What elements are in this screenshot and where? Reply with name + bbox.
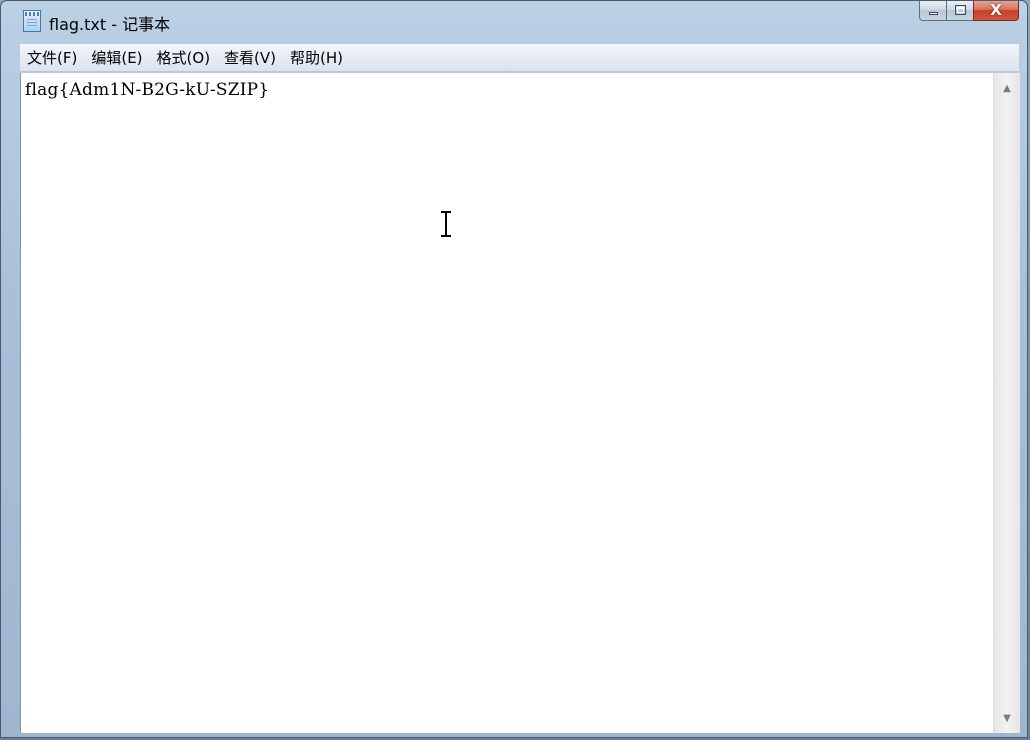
text-editor[interactable]: flag{Adm1N-B2G-kU-SZIP} [20,73,993,733]
window-title: flag.txt - 记事本 [49,15,171,34]
menu-format[interactable]: 格式(O) [150,45,218,71]
vertical-scrollbar[interactable]: ▲ ▼ [993,73,1020,733]
maximize-icon [955,5,966,15]
text-cursor-icon [441,211,451,237]
notepad-icon[interactable] [23,10,41,32]
title-bar[interactable]: flag.txt - 记事本 X [1,1,1027,43]
scroll-up-arrow-icon[interactable]: ▲ [994,79,1020,99]
close-icon: X [990,1,1002,19]
minimize-button[interactable] [919,1,947,21]
window-bottom-border [20,733,1020,737]
minimize-icon [929,12,938,15]
menu-edit[interactable]: 编辑(E) [84,45,149,71]
menu-view[interactable]: 查看(V) [217,45,283,71]
notepad-window: flag.txt - 记事本 X 文件(F) 编辑(E) 格式(O) 查看(V)… [0,0,1028,738]
maximize-button[interactable] [946,1,974,21]
close-button[interactable]: X [973,1,1019,21]
caption-buttons: X [919,1,1019,22]
menu-file[interactable]: 文件(F) [20,45,84,71]
menu-bar: 文件(F) 编辑(E) 格式(O) 查看(V) 帮助(H) [20,44,1019,72]
document-text[interactable]: flag{Adm1N-B2G-kU-SZIP} [25,80,269,100]
scroll-down-arrow-icon[interactable]: ▼ [994,709,1020,729]
menu-help[interactable]: 帮助(H) [283,45,350,71]
